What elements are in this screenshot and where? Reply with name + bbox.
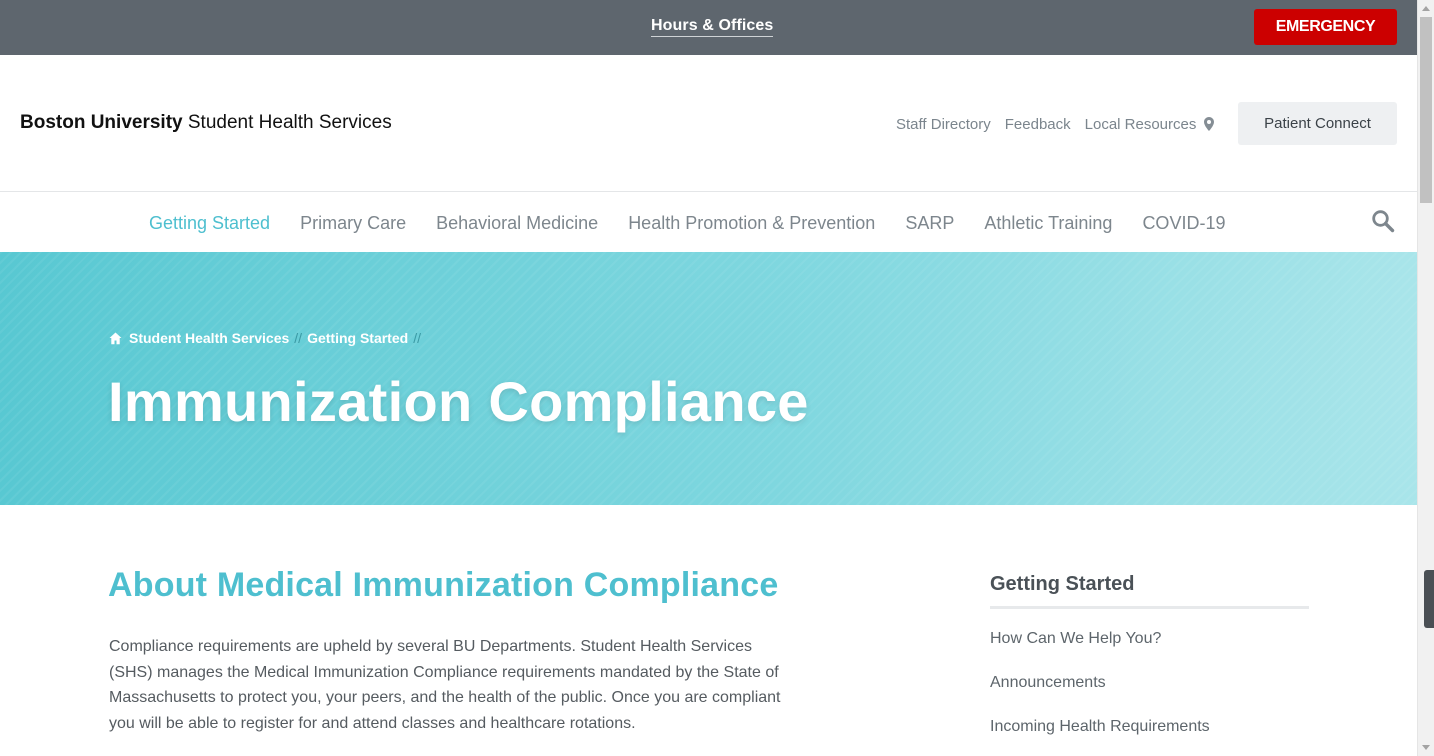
home-icon[interactable] (109, 332, 122, 345)
nav-athletic-training[interactable]: Athletic Training (984, 213, 1112, 234)
feedback-link[interactable]: Feedback (1005, 116, 1071, 133)
sidebar-title: Getting Started (990, 573, 1135, 595)
sidebar-item-announcements[interactable]: Announcements (990, 674, 1210, 718)
utility-bar: Hours & Offices EMERGENCY (0, 0, 1417, 55)
brand-university: Boston University (20, 112, 183, 133)
vertical-scrollbar[interactable] (1417, 0, 1434, 756)
local-resources-label: Local Resources (1084, 116, 1197, 133)
search-icon[interactable] (1371, 209, 1395, 233)
map-pin-icon (1204, 117, 1215, 131)
nav-sarp[interactable]: SARP (905, 213, 954, 234)
section-heading: About Medical Immunization Compliance (108, 566, 779, 604)
brand-department: Student Health Services (187, 112, 392, 133)
utility-links: Staff Directory Feedback Local Resources (896, 116, 1215, 133)
side-tab-widget[interactable] (1424, 570, 1434, 628)
sidebar-item-incoming-requirements[interactable]: Incoming Health Requirements (990, 718, 1210, 756)
breadcrumb-separator: // (294, 330, 303, 346)
nav-primary-care[interactable]: Primary Care (300, 213, 406, 234)
site-header: Boston University Student Health Service… (0, 55, 1417, 192)
nav-items: Getting Started Primary Care Behavioral … (149, 213, 1255, 234)
nav-health-promotion[interactable]: Health Promotion & Prevention (628, 213, 875, 234)
site-brand[interactable]: Boston University Student Health Service… (20, 112, 392, 134)
local-resources-link[interactable]: Local Resources (1085, 116, 1215, 133)
nav-covid-19[interactable]: COVID-19 (1142, 213, 1225, 234)
breadcrumb-student-health[interactable]: Student Health Services (129, 330, 289, 346)
sidebar-item-how-can-we-help[interactable]: How Can We Help You? (990, 630, 1210, 674)
breadcrumb-getting-started[interactable]: Getting Started (307, 330, 408, 346)
main-nav: Getting Started Primary Care Behavioral … (0, 192, 1417, 252)
sidebar-list: How Can We Help You? Announcements Incom… (990, 630, 1210, 756)
section-body: Compliance requirements are upheld by se… (109, 638, 781, 733)
patient-connect-button[interactable]: Patient Connect (1238, 102, 1397, 145)
nav-behavioral-medicine[interactable]: Behavioral Medicine (436, 213, 598, 234)
nav-getting-started[interactable]: Getting Started (149, 213, 270, 234)
scroll-up-arrow-icon[interactable] (1422, 6, 1430, 11)
emergency-button[interactable]: EMERGENCY (1254, 9, 1397, 45)
breadcrumb: Student Health Services // Getting Start… (109, 330, 426, 346)
page: Hours & Offices EMERGENCY Boston Univers… (0, 0, 1417, 756)
breadcrumb-separator: // (413, 330, 421, 346)
scroll-down-arrow-icon[interactable] (1422, 745, 1430, 750)
scrollbar-thumb[interactable] (1420, 17, 1432, 203)
page-title: Immunization Compliance (108, 370, 809, 433)
hours-offices-link[interactable]: Hours & Offices (651, 17, 774, 37)
staff-directory-link[interactable]: Staff Directory (896, 116, 991, 133)
hero-banner: Student Health Services // Getting Start… (0, 252, 1417, 505)
sidebar-divider (990, 606, 1309, 609)
